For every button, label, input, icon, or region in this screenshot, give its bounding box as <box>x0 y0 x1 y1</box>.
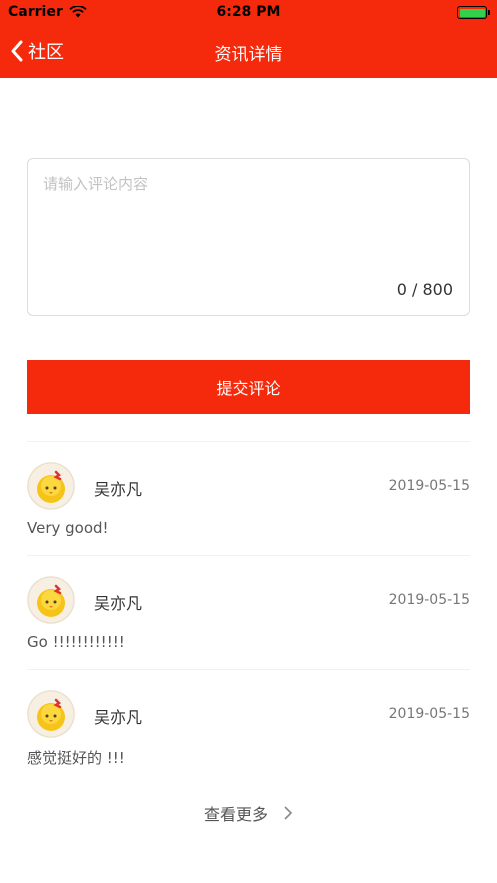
comment-input[interactable] <box>43 173 453 273</box>
nav-bar: 社区 资讯详情 <box>0 24 497 78</box>
chick-avatar-icon <box>27 462 75 510</box>
comment-text: Very good! <box>27 519 109 537</box>
battery-fill <box>459 8 485 17</box>
chick-avatar-icon <box>27 690 75 738</box>
comment-username: 吴亦凡 <box>94 594 143 613</box>
view-more-label: 查看更多 <box>203 805 268 824</box>
comment-text: 感觉挺好的 !!! <box>27 749 125 767</box>
comment-text: Go !!!!!!!!!!!! <box>27 633 125 651</box>
avatar <box>27 576 75 624</box>
comment-date: 2019-05-15 <box>388 478 470 494</box>
chevron-right-icon <box>284 806 293 820</box>
header: Carrier 6:28 PM 社区 资讯详情 <box>0 0 497 78</box>
comment-box: 0 / 800 <box>27 158 470 316</box>
view-more-link[interactable]: 查看更多 <box>0 801 497 825</box>
comment-item: 吴亦凡 2019-05-15 Go !!!!!!!!!!!! <box>27 555 470 669</box>
comment-item: 吴亦凡 2019-05-15 感觉挺好的 !!! <box>27 669 470 783</box>
avatar <box>27 690 75 738</box>
comment-date: 2019-05-15 <box>388 706 470 722</box>
chick-avatar-icon <box>27 576 75 624</box>
comment-date: 2019-05-15 <box>388 592 470 608</box>
status-bar: Carrier 6:28 PM <box>0 0 497 24</box>
avatar <box>27 462 75 510</box>
submit-comment-button[interactable]: 提交评论 <box>27 360 470 414</box>
comment-username: 吴亦凡 <box>94 480 143 499</box>
char-count: 0 / 800 <box>396 280 453 299</box>
comment-list: 吴亦凡 2019-05-15 Very good! 吴亦凡 2019-05-15… <box>27 441 470 783</box>
page-title: 资讯详情 <box>214 45 283 65</box>
battery-icon <box>457 6 490 19</box>
comment-item: 吴亦凡 2019-05-15 Very good! <box>27 441 470 555</box>
clock: 6:28 PM <box>216 4 281 20</box>
comment-username: 吴亦凡 <box>94 708 143 727</box>
